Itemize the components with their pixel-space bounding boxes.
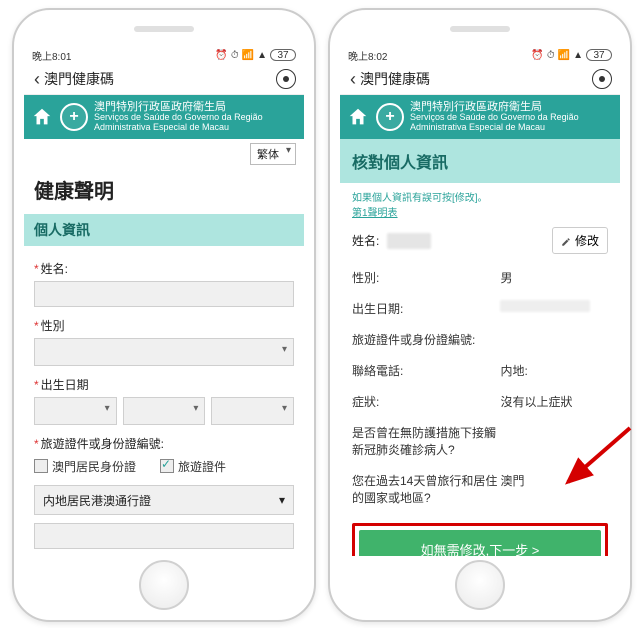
alarm-icon: ⏰ (531, 50, 543, 61)
row-gender: 性別:男 (352, 262, 608, 293)
language-select[interactable]: 繁体 (250, 143, 296, 165)
select-gender[interactable] (34, 338, 294, 366)
pencil-icon (561, 236, 571, 246)
alarm-icon: ⏰ (215, 50, 227, 61)
phone-speaker (134, 26, 194, 32)
input-name[interactable] (34, 281, 294, 307)
status-time: 晚上8:01 (32, 48, 71, 63)
row-dob: 出生日期: (352, 293, 608, 324)
nav-bar: ‹ 澳門健康碼 (340, 64, 620, 95)
target-icon[interactable] (276, 69, 296, 89)
name-value-redacted (387, 233, 431, 249)
status-time: 晚上8:02 (348, 48, 387, 63)
label-name: *姓名: (34, 260, 294, 277)
phone-speaker (450, 26, 510, 32)
declaration-link[interactable]: 第1聲明表 (352, 208, 398, 219)
next-step-button[interactable]: 如無需修改,下一步 > (359, 530, 601, 556)
battery-icon: 37 (586, 49, 612, 61)
dob-value-redacted (500, 300, 590, 312)
wifi-icon: ▲ (573, 50, 583, 61)
signal-icon: 📶 (242, 50, 254, 61)
cta-highlight-box: 如無需修改,下一步 > (352, 523, 608, 556)
personal-info-form: *姓名: *性別 *出生日期 *旅遊證件或身份證編號: 澳門居民身份證 旅遊證件 (24, 246, 304, 556)
row-symptom: 症狀:沒有以上症狀 (352, 386, 608, 417)
row-contact: 是否曾在無防護措施下接觸新冠肺炎確診病人? (352, 417, 608, 465)
cta-area: 如無需修改,下一步 > (340, 513, 620, 556)
bureau-name: 澳門特別行政區政府衛生局 Serviços de Saúde do Govern… (410, 101, 614, 133)
bureau-banner: + 澳門特別行政區政府衛生局 Serviços de Saúde do Gove… (24, 95, 304, 139)
home-icon[interactable] (30, 105, 54, 129)
phone-left: 晚上8:01 ⏰ ⏱ 📶 ▲ 37 ‹ 澳門健康碼 + (12, 8, 316, 622)
row-travel: 您在過去14天曾旅行和居住的國家或地區?澳門 (352, 465, 608, 513)
screen-right: 晚上8:02 ⏰ ⏱ 📶 ▲ 37 ‹ 澳門健康碼 + (340, 44, 620, 556)
phone-right: 晚上8:02 ⏰ ⏱ 📶 ▲ 37 ‹ 澳門健康碼 + (328, 8, 632, 622)
bureau-name: 澳門特別行政區政府衛生局 Serviços de Saúde do Govern… (94, 101, 298, 133)
select-permit-type[interactable]: 内地居民港澳通行證▾ (34, 485, 294, 515)
nav-title: 澳門健康碼 (44, 69, 114, 89)
page-title: 健康聲明 (24, 169, 304, 214)
status-bar: 晚上8:02 ⏰ ⏱ 📶 ▲ 37 (340, 44, 620, 64)
select-dob-year[interactable] (34, 397, 117, 425)
screen-left: 晚上8:01 ⏰ ⏱ 📶 ▲ 37 ‹ 澳門健康碼 + (24, 44, 304, 556)
bureau-banner: + 澳門特別行政區政府衛生局 Serviços de Saúde do Gove… (340, 95, 620, 139)
row-phone: 聯絡電話:内地: (352, 355, 608, 386)
status-bar: 晚上8:01 ⏰ ⏱ 📶 ▲ 37 (24, 44, 304, 64)
home-icon[interactable] (346, 105, 370, 129)
label-gender: *性別 (34, 317, 294, 334)
status-icons: ⏰ ⏱ 📶 ▲ 37 (531, 49, 612, 61)
health-plus-icon: + (376, 103, 404, 131)
nav-bar: ‹ 澳門健康碼 (24, 64, 304, 95)
modify-button[interactable]: 修改 (552, 227, 608, 254)
select-dob-month[interactable] (123, 397, 206, 425)
status-icons: ⏰ ⏱ 📶 ▲ 37 (215, 49, 296, 61)
target-icon[interactable] (592, 69, 612, 89)
verify-title: 核對個人資訊 (340, 139, 620, 183)
option-travel-doc[interactable]: 旅遊證件 (160, 458, 226, 475)
home-button[interactable] (139, 560, 189, 610)
section-personal-info: 個人資訊 (24, 214, 304, 246)
battery-icon: 37 (270, 49, 296, 61)
info-list: 性別:男 出生日期: 旅遊證件或身份證編號: 聯絡電話:内地: 症狀:沒有以上症… (340, 262, 620, 513)
back-icon[interactable]: ‹ (30, 69, 44, 90)
label-dob: *出生日期 (34, 376, 294, 393)
alarm2-icon: ⏱ (547, 50, 555, 61)
row-doc: 旅遊證件或身份證編號: (352, 324, 608, 355)
input-doc-number[interactable] (34, 523, 294, 549)
name-row: 姓名: 修改 (340, 219, 620, 262)
hint-text: 如果個人資訊有誤可按[修改]。 第1聲明表 (340, 183, 620, 219)
doc-type-options: 澳門居民身份證 旅遊證件 (34, 458, 294, 475)
health-plus-icon: + (60, 103, 88, 131)
alarm2-icon: ⏱ (231, 50, 239, 61)
wifi-icon: ▲ (257, 50, 267, 61)
option-macau-id[interactable]: 澳門居民身份證 (34, 458, 136, 475)
back-icon[interactable]: ‹ (346, 69, 360, 90)
select-dob-day[interactable] (211, 397, 294, 425)
dob-selectors (34, 397, 294, 425)
nav-title: 澳門健康碼 (360, 69, 430, 89)
name-label: 姓名: (352, 232, 379, 249)
label-doc: *旅遊證件或身份證編號: (34, 435, 294, 452)
signal-icon: 📶 (558, 50, 570, 61)
home-button[interactable] (455, 560, 505, 610)
